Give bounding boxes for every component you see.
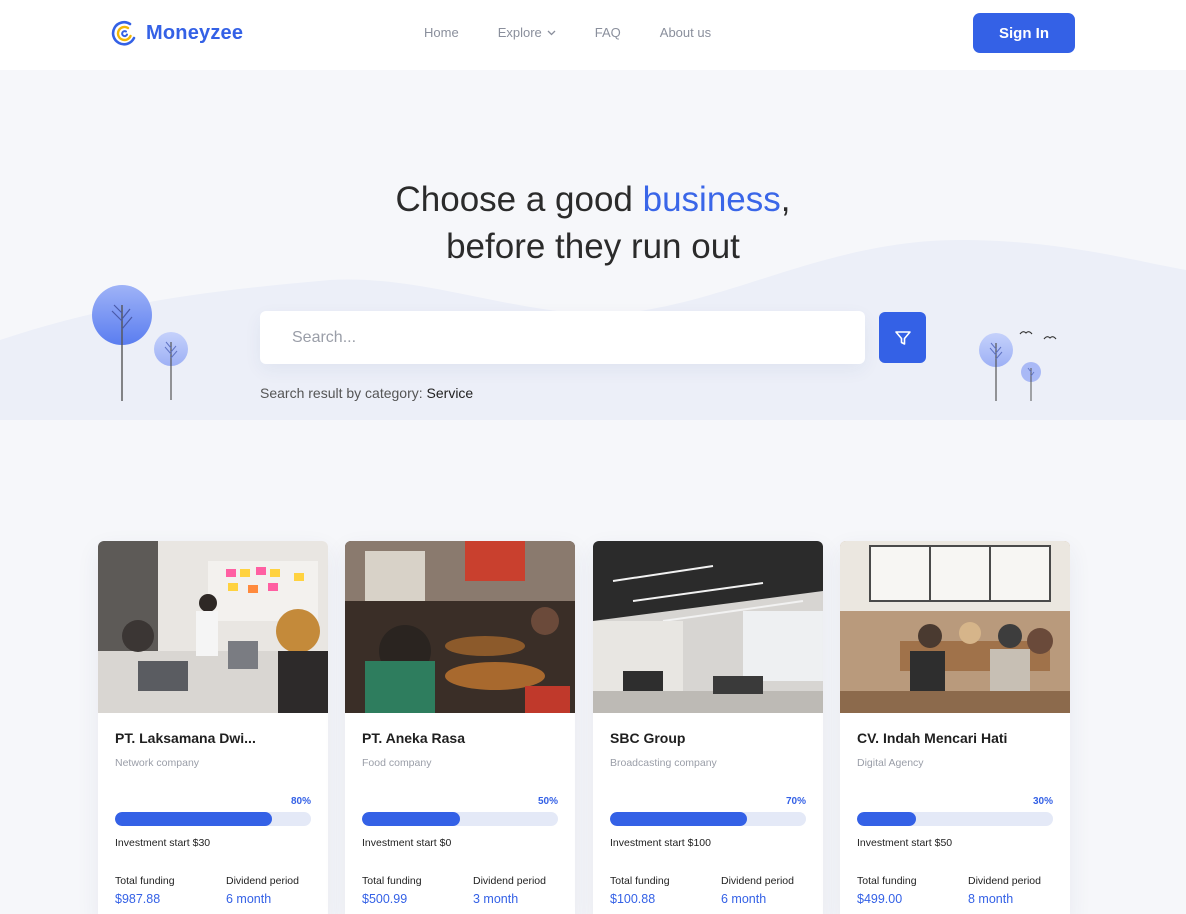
company-type: Digital Agency — [857, 757, 924, 769]
open-office-photo — [593, 541, 823, 713]
nav-faq-label: FAQ — [594, 25, 621, 40]
filter-icon — [894, 330, 911, 345]
logo[interactable]: Moneyzee — [110, 19, 243, 47]
hero-title: Choose a good business, before they run … — [0, 176, 1186, 270]
nav-faq[interactable]: FAQ — [595, 25, 621, 40]
logo-icon — [111, 21, 136, 46]
chevron-down-icon — [547, 30, 556, 35]
nav-explore[interactable]: Explore — [498, 25, 556, 40]
dividend-period-value: 6 month — [226, 892, 272, 906]
dividend-period-label: Dividend period — [968, 875, 1041, 887]
search-result-prefix: Search result by category: — [260, 385, 427, 401]
total-funding: Total funding $100.88 — [610, 875, 670, 906]
progress-bar — [610, 812, 806, 826]
total-funding: Total funding $499.00 — [857, 875, 917, 906]
company-name: PT. Laksamana Dwi... — [115, 730, 256, 746]
company-name: PT. Aneka Rasa — [362, 730, 465, 746]
dividend-period-value: 3 month — [473, 892, 519, 906]
progress-percent: 70% — [785, 796, 806, 807]
dividend-period-label: Dividend period — [721, 875, 794, 887]
office-meeting-photo — [98, 541, 328, 713]
card-body: CV. Indah Mencari Hati Digital Agency 30… — [840, 713, 1070, 906]
total-funding-label: Total funding — [610, 875, 670, 887]
nav-about-label: About us — [659, 25, 712, 40]
business-card[interactable]: PT. Laksamana Dwi... Network company 80%… — [98, 541, 328, 914]
card-body: PT. Laksamana Dwi... Network company 80%… — [98, 713, 328, 906]
hero-title-comma: , — [780, 180, 791, 219]
investment-start: Investment start $100 — [610, 837, 711, 849]
card-body: SBC Group Broadcasting company 70% Inves… — [593, 713, 823, 906]
hero-title-part1: Choose a good — [395, 180, 643, 219]
dividend-period: Dividend period 3 month — [473, 875, 546, 906]
progress-bar-fill — [610, 812, 748, 826]
total-funding-label: Total funding — [115, 875, 175, 887]
progress-bar-fill — [857, 812, 916, 826]
search-result-category-value: Service — [426, 385, 474, 401]
business-card[interactable]: CV. Indah Mencari Hati Digital Agency 30… — [840, 541, 1070, 914]
team-table-photo — [840, 541, 1070, 713]
main-nav: Home Explore FAQ About us — [424, 25, 711, 40]
investment-start: Investment start $0 — [362, 837, 452, 849]
nav-home[interactable]: Home — [424, 25, 459, 40]
tree-small-right-icon — [979, 333, 1013, 401]
total-funding: Total funding $987.88 — [115, 875, 175, 906]
total-funding-label: Total funding — [362, 875, 422, 887]
logo-text: Moneyzee — [146, 21, 244, 44]
progress-percent: 30% — [1032, 796, 1053, 807]
dividend-period-value: 8 month — [968, 892, 1014, 906]
company-name: CV. Indah Mencari Hati — [857, 730, 1008, 746]
tree-tiny-right-icon — [1021, 362, 1041, 401]
hero-title-accent: business — [642, 180, 781, 219]
search-result-category: Search result by category: Service — [260, 385, 473, 401]
progress-bar — [857, 812, 1053, 826]
total-funding-value: $500.99 — [362, 892, 408, 906]
total-funding-value: $100.88 — [610, 892, 656, 906]
top-navbar: Moneyzee Home Explore FAQ About us Sign … — [0, 0, 1186, 70]
nav-about-us[interactable]: About us — [660, 25, 711, 40]
dividend-period-label: Dividend period — [226, 875, 299, 887]
company-type: Food company — [362, 757, 432, 769]
total-funding-label: Total funding — [857, 875, 917, 887]
dividend-period-label: Dividend period — [473, 875, 546, 887]
company-type: Network company — [115, 757, 200, 769]
investment-start: Investment start $50 — [857, 837, 953, 849]
hero-title-line2: before they run out — [446, 227, 740, 266]
progress-bar — [362, 812, 558, 826]
dividend-period-value: 6 month — [721, 892, 767, 906]
company-type: Broadcasting company — [610, 757, 717, 769]
company-name: SBC Group — [610, 730, 686, 746]
filter-button[interactable] — [879, 312, 926, 363]
search-input[interactable] — [260, 311, 865, 364]
nav-explore-label: Explore — [497, 25, 542, 40]
business-card[interactable]: SBC Group Broadcasting company 70% Inves… — [593, 541, 823, 914]
total-funding-value: $499.00 — [857, 892, 903, 906]
card-body: PT. Aneka Rasa Food company 50% Investme… — [345, 713, 575, 906]
dividend-period: Dividend period 6 month — [721, 875, 794, 906]
dividend-period: Dividend period 6 month — [226, 875, 299, 906]
progress-bar — [115, 812, 311, 826]
progress-percent: 50% — [537, 796, 558, 807]
tree-large-left-icon — [92, 285, 152, 401]
nav-home-label: Home — [424, 25, 459, 40]
dividend-period: Dividend period 8 month — [968, 875, 1041, 906]
progress-percent: 80% — [290, 796, 311, 807]
investment-start: Investment start $30 — [115, 837, 211, 849]
bakery-cafe-photo — [345, 541, 575, 713]
tree-small-left-icon — [154, 332, 188, 400]
total-funding: Total funding $500.99 — [362, 875, 422, 906]
business-card[interactable]: PT. Aneka Rasa Food company 50% Investme… — [345, 541, 575, 914]
total-funding-value: $987.88 — [115, 892, 161, 906]
progress-bar-fill — [362, 812, 460, 826]
progress-bar-fill — [115, 812, 272, 826]
birds-icon — [1019, 331, 1057, 340]
sign-in-button[interactable]: Sign In — [973, 13, 1075, 53]
